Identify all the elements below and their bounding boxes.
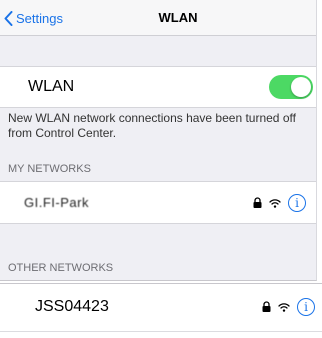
wifi-icon: [269, 198, 281, 208]
other-networks-header: OTHER NETWORKS: [8, 262, 114, 274]
lock-icon: [253, 197, 262, 208]
info-button[interactable]: i: [288, 193, 306, 212]
network-status-icons: i: [253, 182, 306, 223]
my-networks-header: MY NETWORKS: [8, 163, 91, 175]
wlan-toggle[interactable]: [269, 75, 313, 99]
network-row-jss04423[interactable]: JSS04423 i: [0, 284, 316, 329]
navigation-bar: Settings WLAN: [0, 0, 316, 36]
wifi-icon: [278, 302, 290, 312]
other-networks-list: JSS04423 i: [0, 283, 322, 338]
page-title: WLAN: [158, 10, 198, 25]
network-status-icons: i: [262, 284, 315, 329]
wlan-note: New WLAN network connections have been t…: [8, 111, 296, 140]
wlan-settings-screen: Settings WLAN WLAN New WLAN network conn…: [0, 0, 322, 338]
toggle-knob: [291, 77, 311, 97]
info-icon: i: [304, 299, 308, 314]
info-icon: i: [295, 195, 299, 210]
network-name: GI.FI-Park: [24, 195, 89, 210]
network-row-gi-fi-park[interactable]: GI.FI-Park i: [0, 181, 316, 224]
network-name: JSS04423: [35, 298, 109, 315]
row-divider: [0, 331, 322, 332]
lock-icon: [262, 301, 271, 312]
info-button[interactable]: i: [297, 297, 315, 316]
settings-panel: Settings WLAN WLAN New WLAN network conn…: [0, 0, 317, 281]
wlan-label: WLAN: [28, 78, 75, 95]
wlan-toggle-row: WLAN: [0, 66, 316, 108]
